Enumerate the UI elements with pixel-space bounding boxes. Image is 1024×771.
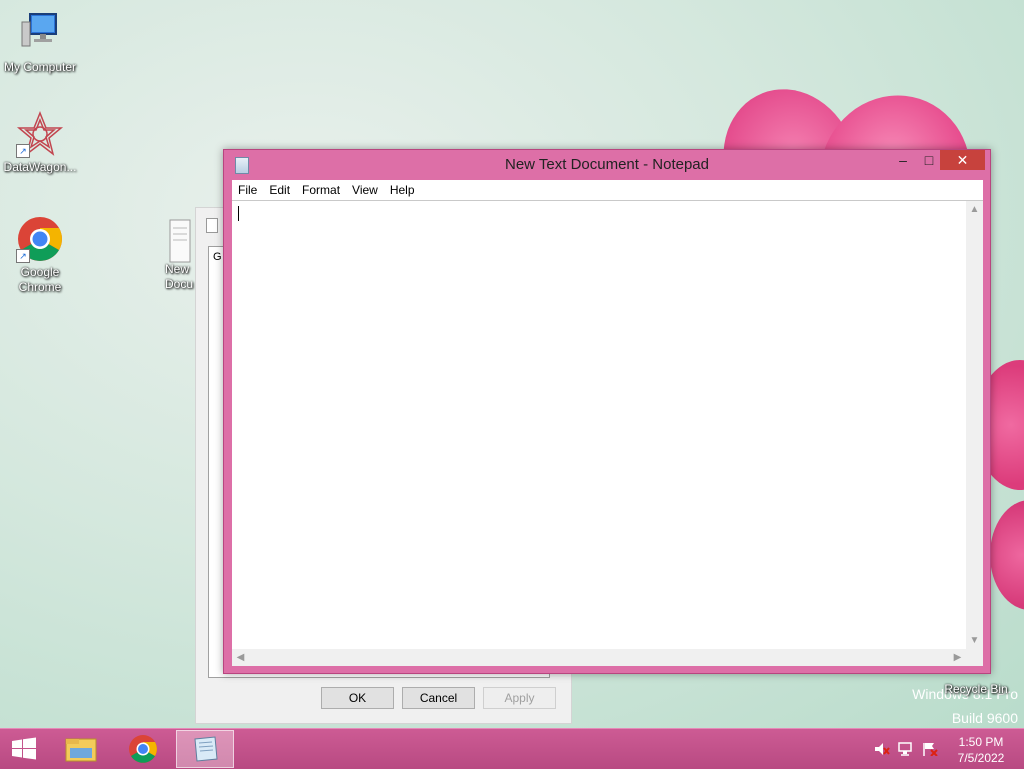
wallpaper-flower-petal bbox=[990, 500, 1024, 610]
size-grip[interactable] bbox=[966, 649, 983, 666]
text-document-icon bbox=[168, 218, 192, 264]
desktop-icon-recycle-bin[interactable]: Recycle Bin bbox=[940, 682, 1012, 697]
desktop: My Computer ↗ DataWagon... ↗ Google Chro… bbox=[0, 0, 1024, 728]
text-editor-area[interactable]: ▲ ▼ ◀ ▶ bbox=[232, 200, 983, 666]
menu-bar: File Edit Format View Help bbox=[232, 180, 983, 200]
computer-icon bbox=[16, 10, 64, 58]
desktop-icon-my-computer[interactable]: My Computer bbox=[0, 10, 80, 75]
scroll-right-icon[interactable]: ▶ bbox=[949, 649, 966, 666]
desktop-icon-google-chrome[interactable]: ↗ Google Chrome bbox=[0, 215, 80, 295]
menu-help[interactable]: Help bbox=[384, 180, 421, 200]
scroll-up-icon[interactable]: ▲ bbox=[966, 201, 983, 218]
cancel-button[interactable]: Cancel bbox=[402, 687, 475, 709]
menu-edit[interactable]: Edit bbox=[263, 180, 296, 200]
vertical-scrollbar[interactable]: ▲ ▼ bbox=[966, 201, 983, 649]
taskbar-google-chrome[interactable] bbox=[114, 730, 172, 768]
desktop-icon-label: My Computer bbox=[3, 60, 77, 74]
ok-button[interactable]: OK bbox=[321, 687, 394, 709]
shortcut-arrow-icon: ↗ bbox=[16, 144, 30, 158]
taskbar-notepad[interactable] bbox=[176, 730, 234, 768]
system-clock[interactable]: 1:50 PM 7/5/2022 bbox=[948, 734, 1014, 766]
dialog-file-icon bbox=[206, 218, 218, 233]
desktop-icon-datawagon[interactable]: ↗ DataWagon... bbox=[0, 110, 80, 175]
scroll-down-icon[interactable]: ▼ bbox=[966, 632, 983, 649]
desktop-icon-label: Google Chrome bbox=[18, 265, 62, 294]
action-center-flag-icon[interactable] bbox=[922, 742, 938, 756]
start-button[interactable] bbox=[0, 730, 48, 768]
file-explorer-icon bbox=[65, 738, 97, 762]
recycle-bin-label: Recycle Bin bbox=[944, 682, 1008, 696]
minimize-button[interactable]: ‒ bbox=[890, 150, 916, 170]
horizontal-scrollbar[interactable]: ◀ ▶ bbox=[232, 649, 966, 666]
shortcut-arrow-icon: ↗ bbox=[16, 249, 30, 263]
volume-muted-icon[interactable] bbox=[874, 742, 890, 756]
taskbar: 1:50 PM 7/5/2022 bbox=[0, 728, 1024, 769]
apply-button[interactable]: Apply bbox=[483, 687, 556, 709]
menu-view[interactable]: View bbox=[346, 180, 384, 200]
chrome-icon: ↗ bbox=[16, 215, 64, 263]
desktop-icon-label: DataWagon... bbox=[3, 160, 77, 174]
title-bar[interactable]: New Text Document - Notepad ‒ □ ✕ bbox=[224, 150, 990, 179]
clock-date: 7/5/2022 bbox=[957, 751, 1005, 765]
notepad-window: New Text Document - Notepad ‒ □ ✕ File Ed… bbox=[223, 149, 991, 674]
scroll-left-icon[interactable]: ◀ bbox=[232, 649, 249, 666]
dialog-partial-text: G bbox=[213, 251, 222, 263]
notepad-icon bbox=[194, 736, 218, 762]
text-caret bbox=[238, 206, 239, 221]
menu-file[interactable]: File bbox=[232, 180, 263, 200]
network-icon[interactable] bbox=[898, 742, 914, 756]
window-title: New Text Document - Notepad bbox=[505, 156, 709, 173]
windows-start-icon bbox=[12, 737, 36, 760]
chrome-icon bbox=[129, 735, 157, 763]
windows-build-watermark: Build 9600 bbox=[951, 710, 1018, 726]
menu-format[interactable]: Format bbox=[296, 180, 346, 200]
datawagon-icon: ↗ bbox=[16, 110, 64, 158]
maximize-button[interactable]: □ bbox=[916, 150, 942, 170]
clock-time: 1:50 PM bbox=[958, 735, 1004, 749]
taskbar-file-explorer[interactable] bbox=[52, 730, 110, 768]
close-button[interactable]: ✕ bbox=[940, 150, 985, 170]
